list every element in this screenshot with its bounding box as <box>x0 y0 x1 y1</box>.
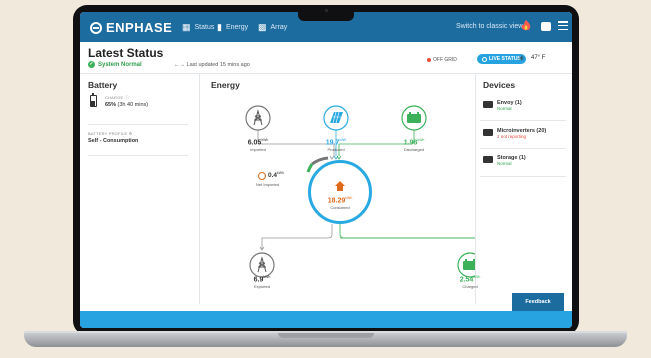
nav-energy[interactable]: ▮ Energy <box>217 22 248 33</box>
net-imported-number: 0.4 <box>268 172 278 180</box>
unit: kWh <box>473 275 481 279</box>
unit: kWh <box>263 275 271 279</box>
export-flow-line <box>261 224 333 249</box>
home-icon <box>335 181 345 191</box>
flame-icon[interactable] <box>520 19 532 33</box>
produced-label: Produced <box>327 147 345 152</box>
nav-array[interactable]: ▩ Array <box>258 22 287 33</box>
bar-chart-icon: ▮ <box>217 22 222 32</box>
exported-label: Exported <box>253 284 270 289</box>
feedback-button[interactable]: Feedback <box>512 293 564 311</box>
charge-time: (3h 40 mins) <box>117 102 149 108</box>
divider <box>88 124 188 125</box>
produced-value: 19.7kWh <box>316 138 356 146</box>
device-storage[interactable]: Storage (1) Normal <box>483 155 526 166</box>
nav-energy-label: Energy <box>225 24 249 31</box>
charge-value: 65% (3h 40 mins) <box>105 102 148 108</box>
footer-band <box>80 311 572 328</box>
brand-name: ENPHASE <box>106 20 173 35</box>
charge-label: CHARGE ⓘ <box>105 95 129 101</box>
consumed-label: Consumed <box>330 205 350 210</box>
battery-heading: Battery <box>88 80 118 90</box>
device-status: 2 not reporting <box>497 134 527 139</box>
nav-status[interactable]: ▦ Status <box>182 22 214 33</box>
divider <box>480 148 566 149</box>
charged-label: Charged <box>462 284 478 289</box>
profile-label-text: BATTERY PROFILE <box>88 131 128 136</box>
exported-number: 6.9 <box>253 276 264 284</box>
microinverter-icon <box>483 129 493 136</box>
unit: kWh <box>261 138 269 142</box>
exported-value: 6.9kWh <box>242 275 282 283</box>
unit: kWh <box>277 171 285 175</box>
envoy-icon <box>483 101 493 108</box>
net-imported-value: 0.4kWh <box>268 171 284 179</box>
temperature: 47° F <box>531 55 546 61</box>
profile-value: Self - Consumption <box>88 138 139 144</box>
devices-heading: Devices <box>483 80 516 90</box>
chat-icon[interactable] <box>541 22 551 31</box>
divider <box>480 176 566 177</box>
enphase-logo-icon <box>90 21 102 34</box>
battery-icon <box>90 93 97 107</box>
unit: kWh <box>339 138 347 142</box>
discharged-label: Discharged <box>403 147 425 152</box>
grid-icon: ▦ <box>182 22 191 32</box>
storage-icon <box>483 156 493 163</box>
hamburger-menu-icon[interactable] <box>558 21 568 33</box>
charge-percent: 65% <box>105 102 117 108</box>
status-header: Latest Status ✓ System Normal ←→ Last up… <box>80 42 572 74</box>
solar-array-icon: ▩ <box>258 22 267 32</box>
divider <box>88 155 188 156</box>
device-microinverters[interactable]: Microinverters (20) 2 not reporting <box>483 128 546 139</box>
off-grid-label: OFF GRID <box>433 57 457 63</box>
charge-label-text: CHARGE <box>105 95 124 100</box>
consumed-number: 18.29 <box>327 197 346 205</box>
last-updated: ←→ Last updated 15 mins ago <box>174 62 250 68</box>
sun-icon: ✳ <box>518 54 525 63</box>
app-screen: ENPHASE ▦ Status ▮ Energy ▩ Array Switch… <box>80 12 572 328</box>
imported-number: 6.05 <box>247 139 262 147</box>
settings-icon[interactable]: ⚙ <box>129 131 133 136</box>
charged-number: 2.54 <box>459 276 474 284</box>
live-icon <box>482 56 487 62</box>
consumed-value: 18.29kWh <box>320 196 360 204</box>
device-status: Normal <box>497 106 512 111</box>
nav-status-label: Status <box>194 24 215 31</box>
red-dot-icon <box>427 58 431 62</box>
imported-label: Imported <box>250 147 266 152</box>
unit: kWh <box>417 138 425 142</box>
divider <box>480 120 566 121</box>
off-grid-badge: OFF GRID <box>427 57 457 63</box>
camera-notch <box>298 5 354 21</box>
nav-array-label: Array <box>270 24 288 31</box>
battery-discharge-segment <box>306 163 314 173</box>
net-import-icon <box>258 172 266 180</box>
unit: kWh <box>345 196 353 200</box>
net-imported-label: Net Imported <box>256 182 280 187</box>
camera-icon <box>325 9 328 12</box>
produced-number: 19.7 <box>325 139 340 147</box>
enphase-logo[interactable]: ENPHASE <box>90 20 172 35</box>
live-status-label: LIVE STATUS <box>489 56 521 62</box>
discharged-value: 1.98kWh <box>394 138 434 146</box>
device-envoy[interactable]: Envoy (1) Normal <box>483 100 522 111</box>
column-divider <box>475 74 476 304</box>
device-status: Normal <box>497 161 512 166</box>
laptop-hinge <box>278 333 374 338</box>
home-consumption-ring <box>308 160 372 224</box>
charge-flow-line <box>340 237 475 239</box>
imported-value: 6.05kWh <box>238 138 278 146</box>
page-title: Latest Status <box>88 46 164 60</box>
system-status: ✓ System Normal <box>88 61 142 68</box>
discharged-number: 1.98 <box>403 139 418 147</box>
check-icon: ✓ <box>88 61 95 68</box>
charged-value: 2.54kWh <box>450 275 490 283</box>
system-status-label: System Normal <box>98 61 142 68</box>
profile-label: BATTERY PROFILE ⚙ <box>88 131 132 136</box>
switch-classic-view-link[interactable]: Switch to classic view <box>456 23 523 30</box>
info-icon[interactable]: ⓘ <box>125 95 129 100</box>
